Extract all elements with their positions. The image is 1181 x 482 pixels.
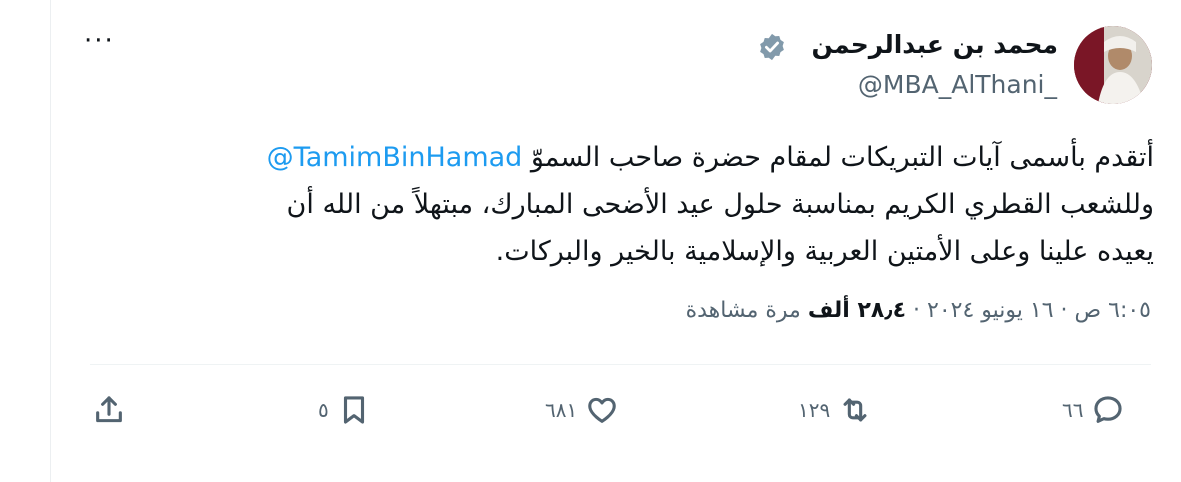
repost-button[interactable]: ١٢٩ (798, 390, 872, 430)
repost-count: ١٢٩ (798, 398, 831, 422)
bookmark-button[interactable]: ٥ (318, 390, 371, 430)
reply-icon (1094, 396, 1123, 423)
views-count: ٢٨٫٤ ألف (807, 298, 907, 323)
reply-button[interactable]: ٦٦ (1062, 390, 1125, 430)
tweet-line-1-text: أتقدم بأسمى آيات التبريكات لمقام حضرة صا… (522, 142, 1154, 173)
author-display-name[interactable]: محمد بن عبدالرحمن (812, 30, 1059, 59)
like-button[interactable]: ٦٨١ (545, 390, 619, 430)
more-icon[interactable]: ··· (84, 26, 115, 56)
tweet-line-3: يعيده علينا وعلى الأمتين العربية والإسلا… (495, 236, 1154, 267)
author-handle[interactable]: @MBA_AlThani_ (858, 70, 1057, 99)
avatar[interactable] (1074, 26, 1152, 104)
tweet-time[interactable]: ٦:٠٥ ص (1075, 298, 1151, 323)
tweet-date[interactable]: ١٦ يونيو ٢٠٢٤ (927, 298, 1054, 323)
reply-count: ٦٦ (1062, 398, 1084, 422)
heart-icon (588, 397, 617, 423)
meta-separator: · (913, 298, 921, 323)
repost-icon (843, 398, 867, 422)
tweet-text: أتقدم بأسمى آيات التبريكات لمقام حضرة صا… (114, 134, 1154, 275)
tweet-line-1: أتقدم بأسمى آيات التبريكات لمقام حضرة صا… (114, 134, 1154, 181)
views-label: مرة مشاهدة (685, 298, 801, 323)
bookmark-count: ٥ (318, 398, 329, 422)
mention-link[interactable]: @TamimBinHamad (267, 142, 523, 173)
share-icon (96, 396, 122, 423)
divider (90, 364, 1151, 365)
tweet-line-2: وللشعب القطري الكريم بمناسبة حلول عيد ال… (286, 189, 1154, 220)
verified-badge-icon (760, 33, 784, 61)
share-button[interactable] (92, 390, 126, 430)
like-count: ٦٨١ (545, 398, 578, 422)
meta-separator: · (1060, 298, 1068, 323)
bookmark-icon (343, 396, 364, 424)
tweet-meta: ٦:٠٥ ص · ١٦ يونيو ٢٠٢٤ · ٢٨٫٤ ألف مرة مش… (686, 298, 1151, 323)
